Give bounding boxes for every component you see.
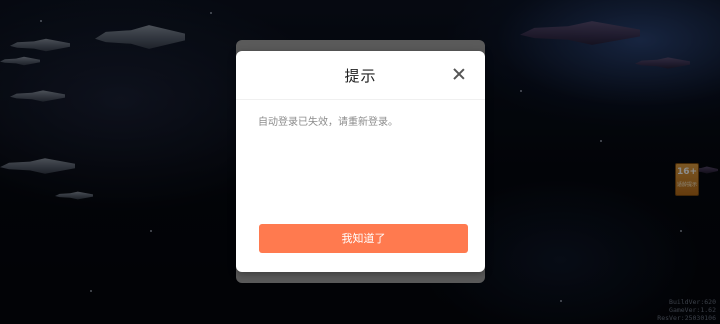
close-icon[interactable]	[451, 66, 467, 82]
game-screen: 16+ 适龄提示 BuildVer:620 GameVer:1.62 ResVe…	[0, 0, 720, 324]
dialog-message: 自动登录已失效，请重新登录。	[258, 117, 398, 128]
confirm-button[interactable]: 我知道了	[259, 224, 468, 253]
login-expired-dialog: 提示 自动登录已失效，请重新登录。 我知道了	[236, 51, 485, 272]
dialog-title: 提示	[344, 67, 377, 85]
dialog-divider	[236, 99, 485, 100]
